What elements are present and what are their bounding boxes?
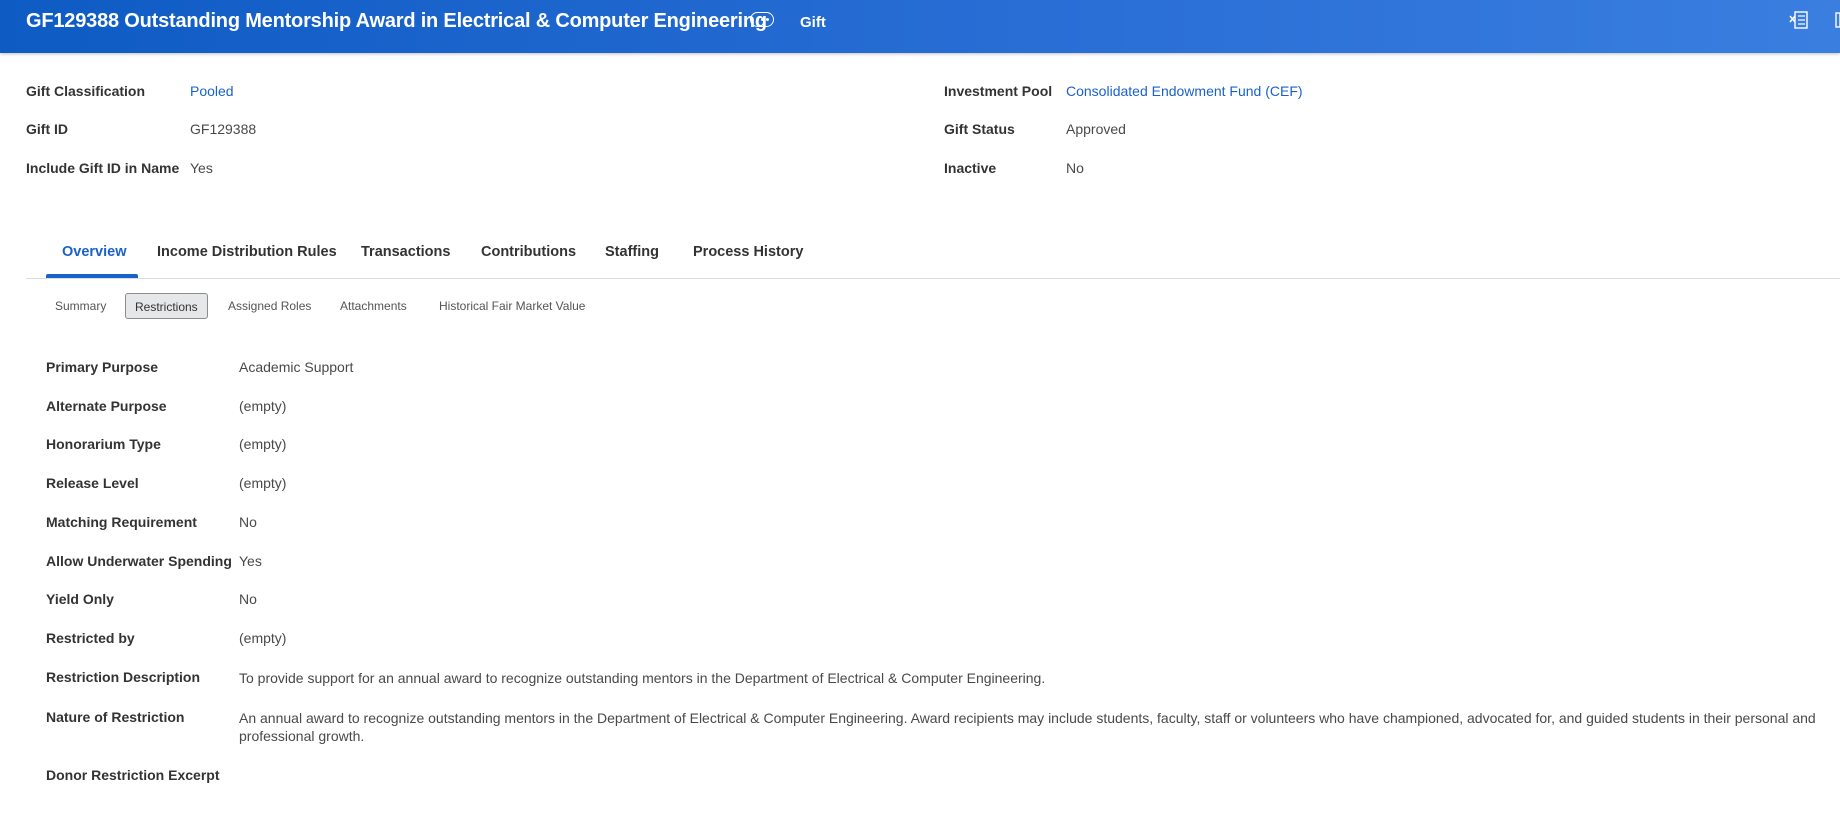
restriction-label-release-level: Release Level [46,475,139,491]
field-value-investment-pool[interactable]: Consolidated Endowment Fund (CEF) [1066,83,1303,99]
restriction-value-alternate-purpose: (empty) [239,398,287,414]
restriction-value-restriction-description: To provide support for an annual award t… [239,670,1046,686]
related-actions-button[interactable] [750,12,774,27]
field-label-gift-id: Gift ID [26,121,68,137]
excel-export-icon[interactable] [1789,10,1809,30]
restriction-value-honorarium-type: (empty) [239,436,287,452]
restriction-label-alternate-purpose: Alternate Purpose [46,398,167,414]
active-tab-indicator [46,274,138,278]
field-label-gift-classification: Gift Classification [26,83,146,99]
tab-transactions[interactable]: Transactions [361,244,450,260]
restriction-value-nature-of-restriction: An annual award to recognize outstanding… [239,710,1816,744]
restriction-label-donor-restriction-excerpt: Donor Restriction Excerpt [46,767,220,783]
restriction-label-primary-purpose: Primary Purpose [46,359,159,375]
restriction-value-matching-requirement: No [239,514,257,530]
tab-income-distribution-rules[interactable]: Income Distribution Rules [157,244,337,260]
side-panel-icon[interactable] [1834,10,1840,30]
subtab-summary[interactable]: Summary [46,293,115,319]
subtab-restrictions[interactable]: Restrictions [125,293,208,319]
tab-staffing[interactable]: Staffing [605,244,659,260]
restriction-label-yield-only: Yield Only [46,591,114,607]
restriction-label-allow-underwater-spending: Allow Underwater Spending [46,553,232,569]
restriction-value-yield-only: No [239,591,257,607]
restriction-value-restricted-by: (empty) [239,630,287,646]
page-title: GF129388 Outstanding Mentorship Award in… [26,10,767,32]
restriction-label-matching-requirement: Matching Requirement [46,514,197,530]
field-label-gift-status: Gift Status [944,121,1015,137]
field-value-inactive: No [1066,160,1084,176]
ellipsis-icon [755,18,759,21]
restriction-value-allow-underwater-spending: Yes [239,553,262,569]
field-value-gift-status: Approved [1066,121,1126,137]
subtab-assigned-roles[interactable]: Assigned Roles [219,293,320,319]
tab-overview[interactable]: Overview [62,244,127,260]
restriction-label-honorarium-type: Honorarium Type [46,436,161,452]
restriction-label-nature-of-restriction: Nature of Restriction [46,709,185,725]
restriction-label-restriction-description: Restriction Description [46,669,201,685]
subtab-historical-fair-market-value[interactable]: Historical Fair Market Value [430,293,594,319]
field-label-investment-pool: Investment Pool [944,83,1053,99]
page-header: GF129388 Outstanding Mentorship Award in… [0,0,1840,53]
restriction-value-release-level: (empty) [239,475,287,491]
restriction-label-restricted-by: Restricted by [46,630,135,646]
field-label-include-gift-id: Include Gift ID in Name [26,160,180,176]
field-value-include-gift-id: Yes [190,160,213,176]
restriction-value-primary-purpose[interactable]: Academic Support [239,359,353,375]
field-label-inactive: Inactive [944,160,997,176]
object-type-label: Gift [800,14,826,31]
subtab-attachments[interactable]: Attachments [331,293,416,319]
field-value-gift-classification[interactable]: Pooled [190,83,234,99]
main-tab-bar: Overview Income Distribution Rules Trans… [26,230,1840,279]
field-value-gift-id: GF129388 [190,121,257,137]
tab-process-history[interactable]: Process History [693,244,803,260]
tab-contributions[interactable]: Contributions [481,244,576,260]
